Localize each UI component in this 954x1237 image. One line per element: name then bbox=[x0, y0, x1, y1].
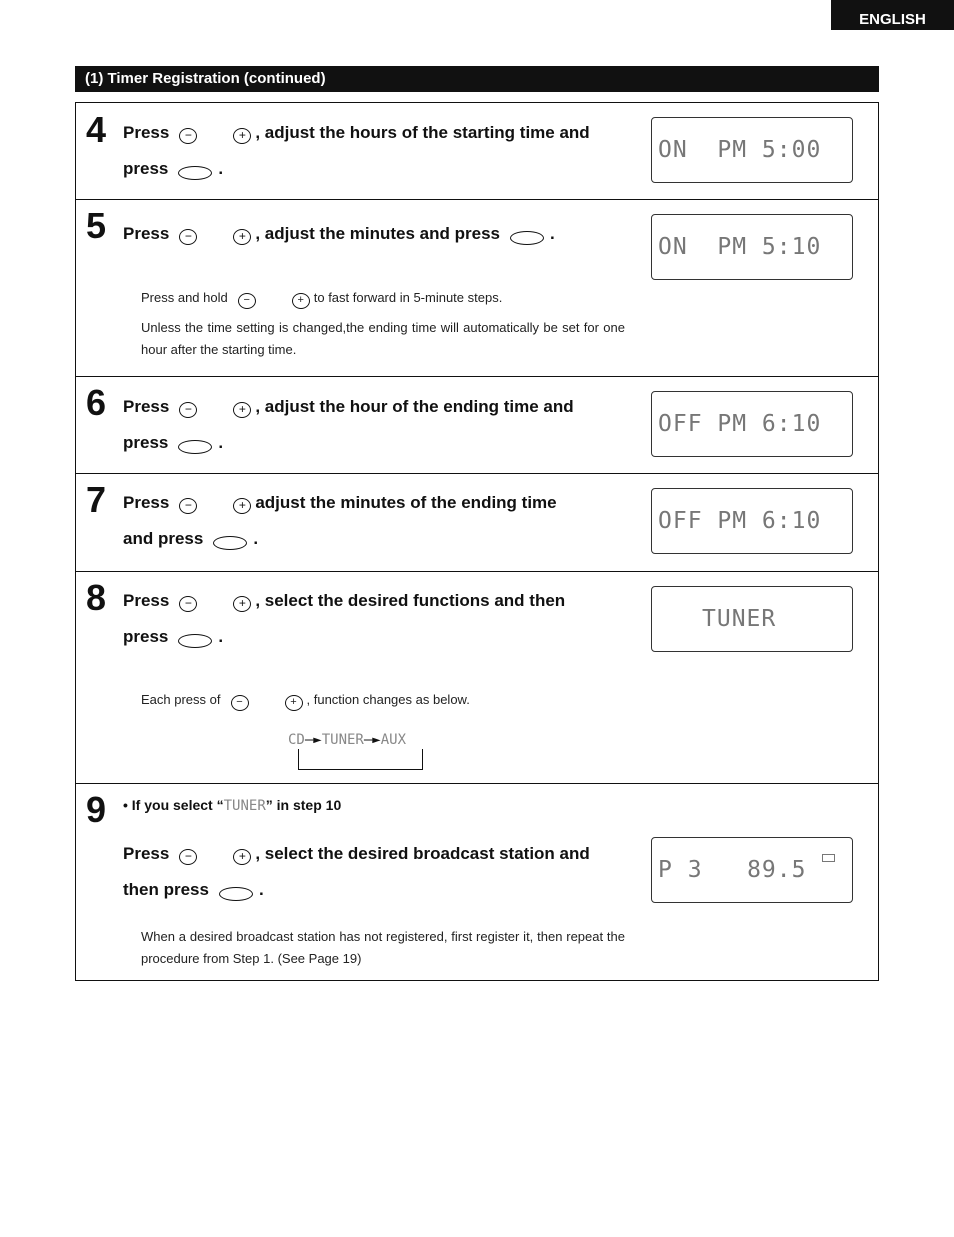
step-9: 9 • If you select “TUNER” in step 10 Pre… bbox=[76, 783, 878, 980]
note-text: , function changes as below. bbox=[306, 692, 470, 707]
plus-button-icon: + bbox=[284, 694, 303, 711]
manual-page: ENGLISH (1) Timer Registration (continue… bbox=[0, 0, 954, 1237]
period: . bbox=[253, 529, 259, 548]
instruction-text: , select the desired broadcast station a… bbox=[255, 844, 590, 863]
lcd-word: TUNER bbox=[223, 798, 266, 814]
note-function-cycle: Each press of − +, function changes as bel… bbox=[141, 689, 625, 711]
enter-button-icon bbox=[178, 633, 213, 648]
step-number: 8 bbox=[86, 577, 107, 618]
instruction-text-2: press bbox=[123, 433, 169, 452]
step-number: 7 bbox=[86, 479, 107, 520]
step-instruction: Press − + adjust the minutes of the ending … bbox=[123, 485, 625, 557]
minus-button-icon: − bbox=[179, 497, 198, 514]
minus-button-icon: − bbox=[179, 228, 198, 245]
enter-button-icon bbox=[510, 230, 544, 245]
step-instruction: Press − +, select the desired functions an… bbox=[123, 583, 625, 655]
condition-text: ” in step 10 bbox=[265, 797, 342, 813]
lcd-display: P 3 89.5 bbox=[651, 837, 853, 903]
language-tab: ENGLISH bbox=[831, 0, 954, 30]
arrow-right-icon: —► bbox=[304, 732, 322, 748]
press-label: Press bbox=[123, 844, 170, 863]
step-6: 6 Press − +, adjust the hour of the ending… bbox=[76, 376, 878, 474]
function-flow: CD—►TUNER—►AUX bbox=[288, 732, 406, 748]
step-instruction: Press − +, select the desired broadcast st… bbox=[123, 836, 625, 908]
instruction-text: , adjust the minutes and press bbox=[255, 224, 500, 243]
step-8: 8 Press − +, select the desired functions … bbox=[76, 571, 878, 784]
instruction-text: , adjust the hours of the starting time … bbox=[255, 123, 590, 142]
enter-button-icon bbox=[178, 165, 213, 180]
step-5: 5 Press − +, adjust the minutes and press.… bbox=[76, 199, 878, 377]
step-number: 4 bbox=[86, 109, 107, 150]
press-label: Press bbox=[123, 591, 170, 610]
press-label: Press bbox=[123, 493, 170, 512]
flow-cd: CD bbox=[288, 732, 305, 748]
plus-button-icon: + bbox=[291, 292, 310, 309]
period: . bbox=[550, 224, 555, 243]
plus-button-icon: + bbox=[233, 228, 252, 245]
step-instruction: Press − +, adjust the hour of the ending t… bbox=[123, 389, 625, 461]
plus-button-icon: + bbox=[233, 595, 252, 612]
instruction-text-2: press bbox=[123, 159, 169, 178]
note-station: When a desired broadcast station has not… bbox=[141, 929, 625, 966]
enter-button-icon bbox=[213, 535, 248, 550]
minus-button-icon: − bbox=[179, 848, 198, 865]
note-fast-forward: Press and hold − + to fast forward in 5-min… bbox=[141, 287, 625, 309]
press-label: Press bbox=[123, 224, 170, 243]
instruction-text: , select the desired functions and then bbox=[255, 591, 566, 610]
plus-button-icon: + bbox=[233, 127, 252, 144]
step-4: 4 Press − +, adjust the hours of the start… bbox=[76, 103, 878, 200]
note-text: Press and hold bbox=[141, 290, 228, 305]
minus-button-icon: − bbox=[179, 401, 198, 418]
condition-text: If you select “ bbox=[131, 797, 224, 813]
lcd-display: TUNER bbox=[651, 586, 853, 652]
arrow-right-icon: —► bbox=[363, 732, 381, 748]
section-title: (1) Timer Registration (continued) bbox=[75, 66, 879, 92]
lcd-display: OFF PM 6:10 bbox=[651, 488, 853, 554]
lcd-display: ON PM 5:10 bbox=[651, 214, 853, 280]
instruction-text-2: then press bbox=[123, 880, 209, 899]
minus-button-icon: − bbox=[237, 292, 256, 309]
flow-tuner: TUNER bbox=[321, 732, 364, 748]
steps-box: 4 Press − +, adjust the hours of the start… bbox=[75, 102, 879, 981]
tuner-condition: • If you select “TUNER” in step 10 bbox=[123, 797, 341, 814]
bullet: • bbox=[123, 797, 132, 813]
enter-button-icon bbox=[178, 439, 213, 454]
lcd-display: ON PM 5:00 bbox=[651, 117, 853, 183]
minus-button-icon: − bbox=[179, 595, 198, 612]
instruction-text: , adjust the hour of the ending time and bbox=[255, 397, 574, 416]
plus-button-icon: + bbox=[233, 401, 252, 418]
plus-button-icon: + bbox=[233, 497, 252, 514]
period: . bbox=[218, 159, 224, 178]
step-instruction: Press − +, adjust the minutes and press. bbox=[123, 216, 625, 252]
enter-button-icon bbox=[218, 886, 253, 901]
instruction-text: adjust the minutes of the ending time bbox=[255, 493, 557, 512]
minus-button-icon: − bbox=[230, 694, 249, 711]
loop-back-arrow-icon bbox=[298, 749, 423, 770]
instruction-text-2: and press bbox=[123, 529, 204, 548]
note-text: Each press of bbox=[141, 692, 221, 707]
period: . bbox=[218, 627, 224, 646]
note-ending-time: Unless the time setting is changed,the e… bbox=[141, 320, 625, 357]
step-number: 5 bbox=[86, 205, 107, 246]
step-instruction: Press − +, adjust the hours of the startin… bbox=[123, 115, 625, 187]
lcd-display: OFF PM 6:10 bbox=[651, 391, 853, 457]
period: . bbox=[218, 433, 224, 452]
press-label: Press bbox=[123, 123, 170, 142]
period: . bbox=[258, 880, 264, 899]
instruction-text-2: press bbox=[123, 627, 169, 646]
note-text: to fast forward in 5-minute steps. bbox=[313, 290, 503, 305]
step-7: 7 Press − + adjust the minutes of the endin… bbox=[76, 473, 878, 572]
lcd-text: P 3 89.5 bbox=[658, 857, 807, 883]
flow-aux: AUX bbox=[380, 732, 407, 748]
step-number: 6 bbox=[86, 382, 107, 423]
plus-button-icon: + bbox=[233, 848, 252, 865]
stereo-indicator-icon bbox=[822, 854, 835, 862]
step-number: 9 bbox=[86, 789, 107, 830]
press-label: Press bbox=[123, 397, 170, 416]
minus-button-icon: − bbox=[179, 127, 198, 144]
